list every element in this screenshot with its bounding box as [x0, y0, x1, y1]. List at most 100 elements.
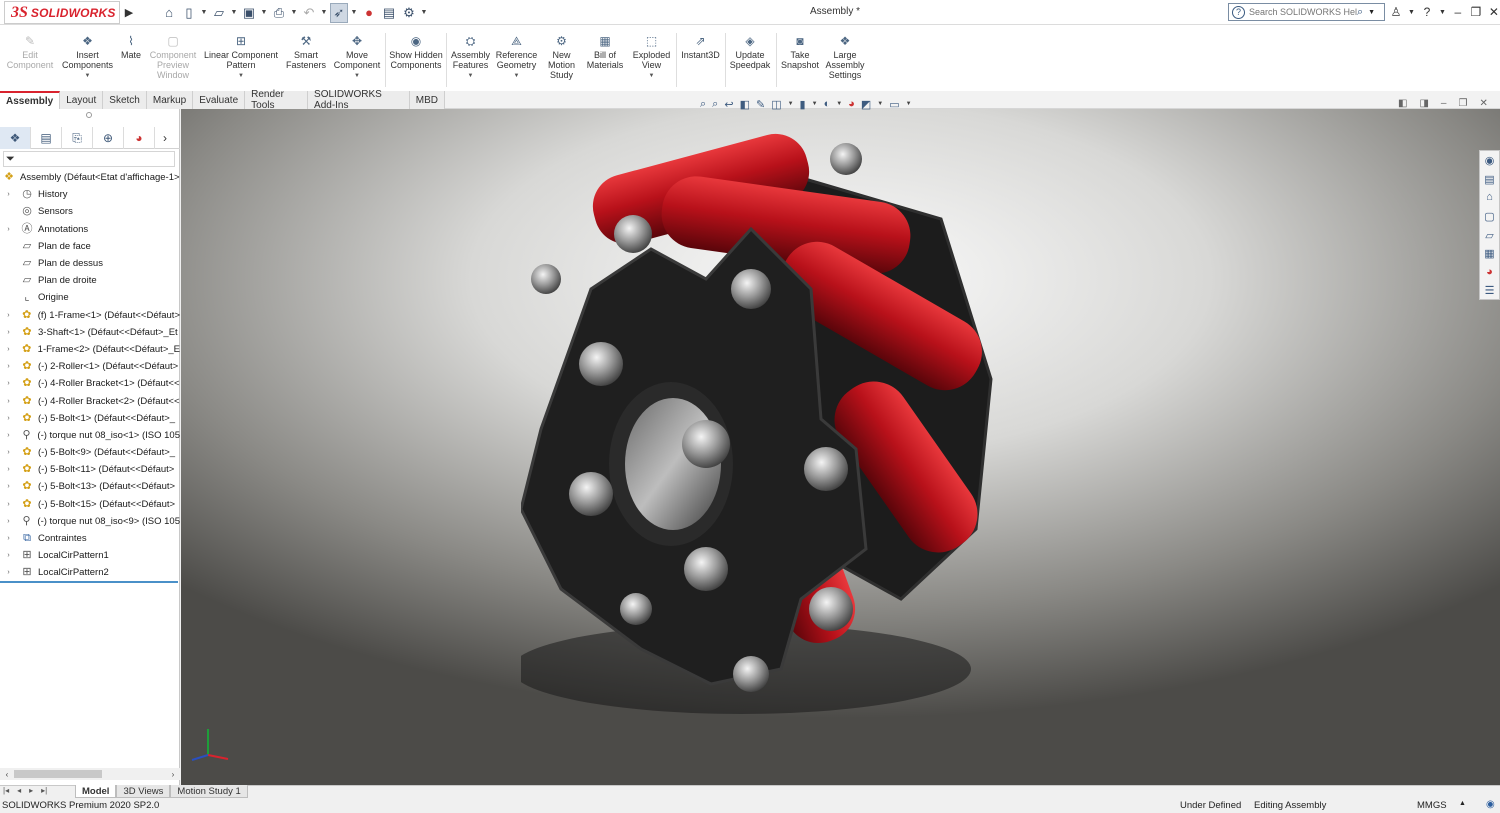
help-search-box[interactable]: ? ⌕ ▼	[1228, 3, 1385, 21]
help-search-input[interactable]	[1249, 7, 1357, 17]
expand-arrow-icon[interactable]: ›	[4, 569, 13, 576]
horizontal-scrollbar[interactable]: ‹ ›	[0, 768, 180, 780]
custom-properties-icon[interactable]: ☰	[1485, 284, 1495, 299]
select-dropdown-icon[interactable]: ▼	[350, 3, 358, 23]
tab-model[interactable]: Model	[75, 785, 117, 798]
tree-item-plan-de-droite[interactable]: ▱ Plan de droite	[0, 272, 180, 289]
mecanum-wheel-model[interactable]	[521, 129, 1001, 729]
expand-arrow-icon[interactable]: ›	[4, 191, 13, 198]
open-dropdown-icon[interactable]: ▼	[230, 3, 238, 23]
expand-arrow-icon[interactable]: ›	[4, 346, 13, 353]
feature-tree-tab-icon[interactable]: ❖	[0, 127, 31, 149]
last-tab-icon[interactable]: ▸|	[41, 786, 47, 795]
undo-dropdown-icon[interactable]: ▼	[320, 3, 328, 23]
search-dropdown-icon[interactable]: ▼	[1368, 9, 1375, 16]
hide-show-items-icon[interactable]: ◐	[824, 98, 831, 110]
scroll-left-icon[interactable]: ‹	[0, 770, 14, 779]
tree-item-component[interactable]: › ✿ (-) 5-Bolt<9> (Défaut<<Défaut>_	[0, 444, 180, 461]
search-icon[interactable]: ⌕	[1357, 6, 1363, 19]
file-explorer-icon[interactable]: ▢	[1484, 210, 1494, 225]
expand-arrow-icon[interactable]: ›	[4, 518, 13, 525]
show-hidden-components-button[interactable]: ◉ Show Hidden Components	[388, 34, 444, 90]
tree-item-component[interactable]: › ✿ (-) 5-Bolt<1> (Défaut<<Défaut>_	[0, 410, 180, 427]
design-library-icon[interactable]: ▤	[1484, 173, 1494, 188]
user-dropdown-icon[interactable]: ▼	[1408, 9, 1415, 16]
zoom-to-area-icon[interactable]: ⌕	[712, 98, 718, 111]
tab-markup[interactable]: Markup	[146, 91, 194, 109]
expand-arrow-icon[interactable]: ›	[4, 329, 13, 336]
save-icon[interactable]: ▣	[240, 3, 258, 23]
open-folder-icon[interactable]: ▱	[210, 3, 228, 23]
tree-filter[interactable]: ⏷	[3, 151, 175, 167]
tree-item-history[interactable]: › ◷ History	[0, 186, 180, 203]
apply-scene-icon[interactable]: ◩	[861, 98, 871, 111]
scenes-icon[interactable]: ◕	[1486, 266, 1493, 281]
reference-geometry-button[interactable]: ⟁ Reference Geometry ▼	[494, 34, 539, 90]
viewport-split-left-icon[interactable]: ◧	[1398, 98, 1407, 109]
new-document-icon[interactable]: ▯	[180, 3, 198, 23]
solidworks-logo-button[interactable]: 3S SOLIDWORKS	[4, 1, 120, 24]
more-tabs-chevron-icon[interactable]: ›	[155, 127, 175, 149]
tab-motion-study-1[interactable]: Motion Study 1	[170, 785, 248, 798]
tree-item-contraintes[interactable]: › ⧉ Contraintes	[0, 530, 180, 547]
tree-item-annotations[interactable]: › Ⓐ Annotations	[0, 221, 180, 238]
dynamic-annotation-icon[interactable]: ✎	[756, 98, 765, 111]
move-component-button[interactable]: ✥ Move Component ▼	[331, 34, 383, 90]
view-orientation-icon[interactable]: ◫	[771, 98, 781, 111]
tree-item-component[interactable]: › ⚲ (-) torque nut 08_iso<9> (ISO 105	[0, 513, 180, 530]
appearances-icon[interactable]: ▦	[1484, 247, 1494, 262]
tab-layout[interactable]: Layout	[60, 91, 104, 109]
edit-component-button[interactable]: ✎ Edit Component	[2, 34, 58, 90]
expand-arrow-icon[interactable]: ›	[4, 501, 13, 508]
save-dropdown-icon[interactable]: ▼	[260, 3, 268, 23]
unit-system-dropdown-icon[interactable]: ▲	[1459, 800, 1466, 807]
update-speedpak-button[interactable]: ◈ Update Speedpak	[727, 34, 773, 90]
first-tab-icon[interactable]: |◂	[3, 786, 9, 795]
tree-item-component[interactable]: › ✿ (-) 4-Roller Bracket<1> (Défaut<<	[0, 375, 180, 392]
exploded-view-dropdown-icon[interactable]: ▼	[629, 71, 674, 81]
zoom-to-fit-icon[interactable]: ⌕	[700, 98, 706, 111]
minimize-icon[interactable]: –	[1452, 5, 1464, 19]
menu-expand-arrow-icon[interactable]: ▶	[122, 3, 136, 21]
expand-arrow-icon[interactable]: ›	[4, 415, 13, 422]
tree-item-localcirpattern2[interactable]: › ⊞ LocalCirPattern2	[0, 564, 180, 581]
scroll-right-icon[interactable]: ›	[166, 770, 180, 779]
tree-item-component[interactable]: › ✿ 1-Frame<2> (Défaut<<Défaut>_E	[0, 341, 180, 358]
tree-item-component[interactable]: › ✿ (-) 4-Roller Bracket<2> (Défaut<<	[0, 392, 180, 409]
home-icon[interactable]: ⌂	[1486, 191, 1493, 206]
undo-icon[interactable]: ↶	[300, 3, 318, 23]
viewport-split-right-icon[interactable]: ◨	[1419, 98, 1428, 109]
apply-scene-dropdown-icon[interactable]: ▼	[877, 101, 883, 107]
file-properties-icon[interactable]: ▤	[380, 3, 398, 23]
tree-root-assembly[interactable]: ❖ Assembly (Défaut<Etat d'affichage-1>	[0, 169, 180, 186]
linear-component-pattern-button[interactable]: ⊞ Linear Component Pattern ▼	[202, 34, 280, 90]
assembly-features-dropdown-icon[interactable]: ▼	[449, 71, 492, 81]
close-icon[interactable]: ✕	[1488, 5, 1500, 19]
panel-grip-handle[interactable]	[86, 112, 92, 118]
tab-render-tools[interactable]: Render Tools	[245, 89, 309, 111]
property-manager-tab-icon[interactable]: ▤	[31, 127, 62, 149]
quick-tips-icon[interactable]: ◉	[1486, 799, 1495, 810]
mate-button[interactable]: ⌇ Mate	[117, 34, 145, 90]
tree-item-component[interactable]: › ✿ (f) 1-Frame<1> (Défaut<<Défaut>	[0, 307, 180, 324]
viewport-minimize-icon[interactable]: –	[1441, 98, 1447, 109]
filter-funnel-icon[interactable]: ⏷	[6, 153, 15, 166]
expand-arrow-icon[interactable]: ›	[4, 466, 13, 473]
section-view-icon[interactable]: ◧	[740, 98, 750, 111]
dimxpert-tab-icon[interactable]: ⊕	[93, 127, 124, 149]
print-icon[interactable]: ⎙	[270, 3, 288, 23]
scrollbar-thumb[interactable]	[14, 770, 102, 778]
graphics-viewport[interactable]: ◉ ▤ ⌂ ▢ ▱ ▦ ◕ ☰	[181, 109, 1500, 786]
user-account-icon[interactable]: ♙	[1390, 5, 1402, 19]
display-style-dropdown-icon[interactable]: ▼	[812, 101, 818, 107]
edit-appearance-icon[interactable]: ◕	[848, 98, 855, 110]
take-snapshot-button[interactable]: ◙ Take Snapshot	[778, 34, 822, 90]
tree-item-component[interactable]: › ✿ (-) 5-Bolt<11> (Défaut<<Défaut>	[0, 461, 180, 478]
new-document-dropdown-icon[interactable]: ▼	[200, 3, 208, 23]
expand-arrow-icon[interactable]: ›	[4, 363, 13, 370]
options-gear-icon[interactable]: ⚙	[400, 3, 418, 23]
expand-arrow-icon[interactable]: ›	[4, 535, 13, 542]
expand-arrow-icon[interactable]: ›	[4, 552, 13, 559]
previous-view-icon[interactable]: ↩	[724, 98, 733, 111]
tree-item-plan-de-face[interactable]: ▱ Plan de face	[0, 238, 180, 255]
